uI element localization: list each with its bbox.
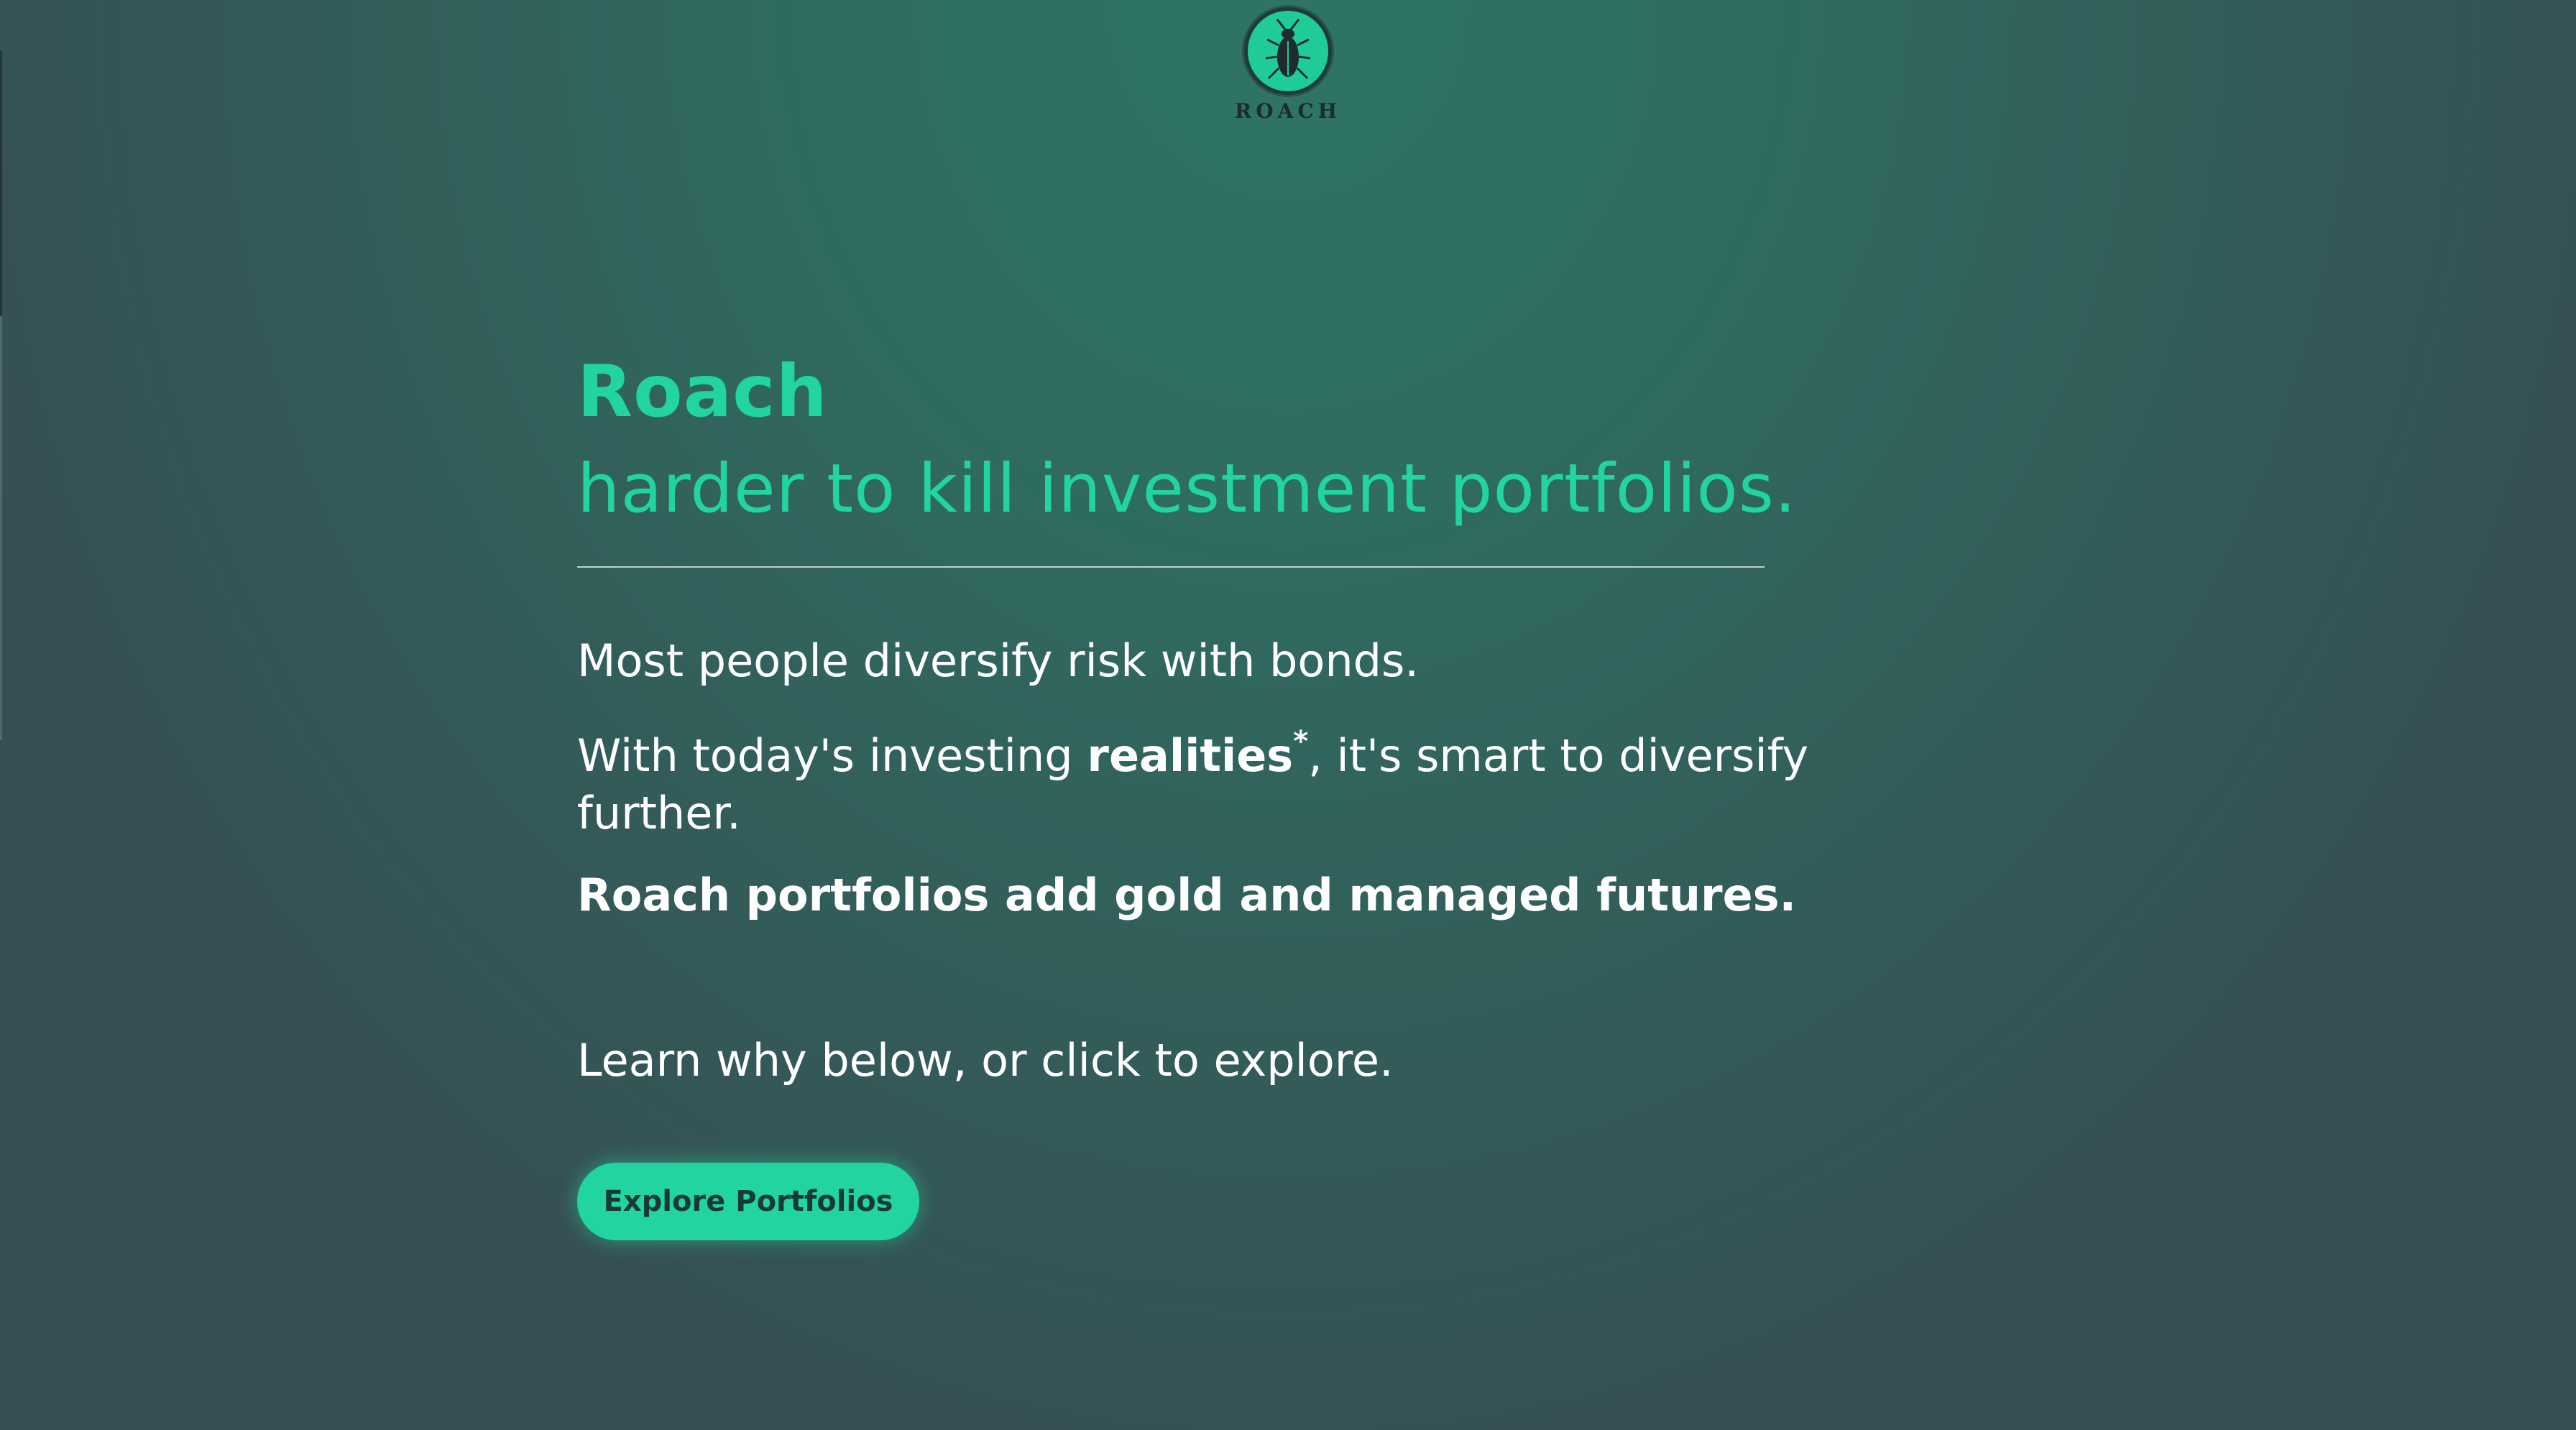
body-line-realities-before: With today's investing (577, 729, 1087, 782)
body-line-learn: Learn why below, or click to explore. (577, 1034, 1394, 1087)
hero-section: Roach harder to kill investment portfoli… (577, 345, 1871, 1240)
left-edge-shadow (0, 50, 2, 316)
hero-tagline: harder to kill investment portfolios. (577, 450, 1797, 528)
site-logo[interactable]: ROACH (1225, 7, 1351, 123)
left-edge-divider (0, 316, 2, 740)
realities-footnote-marker: * (1293, 725, 1309, 758)
body-line-bonds: Most people diversify risk with bonds. (577, 635, 1420, 687)
realities-link[interactable]: realities (1087, 729, 1293, 782)
logo-wordmark: ROACH (1234, 99, 1342, 123)
body-line-portfolios: Roach portfolios add gold and managed fu… (577, 869, 1797, 921)
body-line-realities: With today's investing realities*, it's … (577, 713, 1871, 842)
explore-portfolios-button[interactable]: Explore Portfolios (577, 1163, 919, 1240)
roach-bug-icon (1244, 7, 1332, 95)
hero-divider (577, 566, 1765, 568)
brand-title: Roach (577, 349, 828, 433)
